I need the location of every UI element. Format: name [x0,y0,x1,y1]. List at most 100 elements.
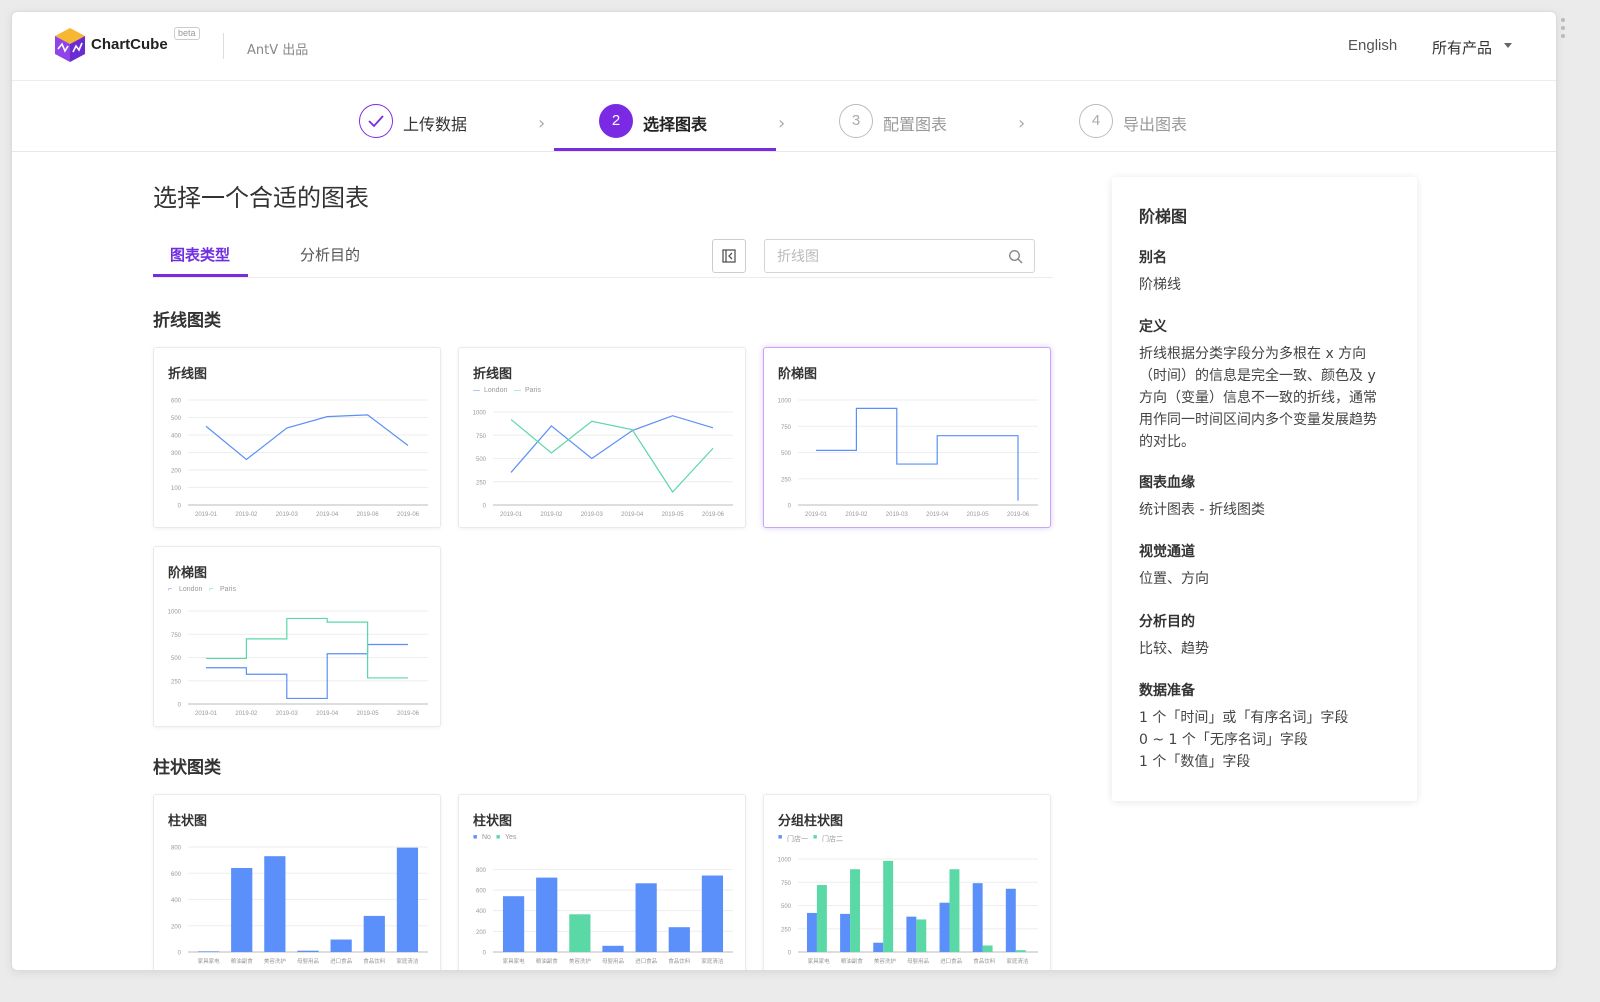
bar [197,951,220,952]
legend-item[interactable]: 门店二 [822,834,843,844]
y-tick-label: 800 [171,846,182,852]
x-tick-label: 粮油副食 [841,957,864,965]
x-tick-label: 母婴用品 [907,958,930,965]
bar [916,919,927,952]
x-tick-label: 粮油副食 [231,957,254,965]
detail-lineage-heading: 图表血缘 [1139,475,1195,491]
x-tick-label: 母婴用品 [602,958,625,965]
chart-card-multi-line[interactable]: 0 250 500 750 1000 2019-01 2019-02 2019-03 2019-… [458,347,746,528]
y-tick-label: 600 [171,399,182,405]
bar [972,883,983,952]
detail-prep-3: 1 个「数值」字段 [1139,754,1251,770]
step-4-label[interactable]: 导出图表 [1123,111,1187,135]
chartcube-logo-icon[interactable] [54,27,86,63]
y-tick-label: 400 [171,898,182,904]
x-tick-label: 2019-04 [926,512,949,518]
step-1-label[interactable]: 上传数据 [403,111,467,135]
x-tick-label: 2019-06 [397,512,420,518]
tab-analysis-purpose[interactable]: 分析目的 [300,244,360,265]
chart-card-step-selected[interactable]: 0 250 500 750 1000 2019-01 2019-02 2019-03 2019-… [763,347,1051,528]
x-tick-label: 进口食品 [940,957,963,965]
y-tick-label: 500 [781,904,792,910]
detail-definition-heading: 定义 [1139,319,1167,335]
legend-item[interactable]: No [482,834,491,841]
brand-name[interactable]: ChartCube [91,36,168,53]
collapse-icon [722,249,736,263]
tab-chart-type[interactable]: 图表类型 [170,244,230,265]
y-tick-label: 500 [171,416,182,422]
y-tick-label: 1000 [778,858,792,864]
y-tick-label: 500 [781,451,792,457]
legend-item[interactable]: Paris [525,387,541,394]
chart-card-multi-step[interactable]: 0 250 500 750 1000 2019-01 2019-02 2019-03 2019-… [153,546,441,727]
detail-alias-heading: 别名 [1139,250,1167,266]
window-menu-icon[interactable] [1559,18,1567,42]
detail-prep-heading: 数据准备 [1139,683,1195,699]
legend-item[interactable]: London [179,586,202,593]
search-icon[interactable] [1008,249,1024,265]
section-title-line: 折线图类 [153,311,221,331]
x-tick-label: 家具家电 [808,957,831,965]
step-arrow-icon: › [778,113,786,134]
x-tick-label: 2019-04 [621,512,644,518]
y-tick-label: 200 [476,930,487,936]
y-tick-label: 400 [476,909,487,915]
antv-subtitle: AntV 出品 [247,43,309,58]
x-tick-label: 家庭清洁 [396,957,419,965]
chart-search-input[interactable] [777,247,997,267]
detail-title: 阶梯图 [1139,207,1188,226]
chevron-down-icon[interactable] [1504,43,1512,48]
step-3-label[interactable]: 配置图表 [883,111,947,135]
x-tick-label: 2019-01 [805,512,828,518]
x-tick-label: 2019-05 [357,711,380,717]
chart-card-line[interactable]: 0 100 200 300 400 500 600 2019-01 2019-02 2019-03… [153,347,441,528]
bar [363,915,385,952]
active-tab-indicator [153,274,248,277]
y-tick-label: 0 [178,703,182,709]
all-products-menu[interactable]: 所有产品 [1432,37,1492,58]
collapse-panel-button[interactable] [712,239,746,273]
section-title-bar: 柱状图类 [153,758,221,778]
y-tick-label: 750 [781,425,792,431]
step-2-label[interactable]: 选择图表 [643,111,707,135]
step-4-number[interactable]: 4 [1079,104,1113,138]
detail-lineage: 统计图表 - 折线图类 [1139,502,1265,518]
detail-visual: 位置、方向 [1139,571,1209,587]
x-tick-label: 2019-03 [276,512,299,518]
x-tick-label: 食品饮料 [973,957,996,965]
x-tick-label: 2019-01 [195,711,218,717]
step-1-check-icon[interactable] [359,104,393,138]
step-3-number[interactable]: 3 [839,104,873,138]
language-switch[interactable]: English [1348,37,1397,54]
y-tick-label: 250 [781,477,792,483]
bar [668,927,690,952]
chart-detail-panel: 阶梯图 别名 阶梯线 定义 折线根据分类字段分为多根在 x 方向（时间）的信息是… [1112,177,1417,801]
legend-item[interactable]: London [484,387,507,394]
bar [873,942,884,952]
chart-card-bar[interactable]: 0 200 400 600 800 家具家电 粮油副食 美容洗护 母婴用品 进口食品 食品饮料 家庭清… [153,794,441,970]
chart-card-bar-highlight[interactable]: 0 200 400 600 800 家具家电 粮油副食 美容洗护 母婴用品 进口食品 食品饮料 家庭清… [458,794,746,970]
x-tick-label: 家具家电 [503,957,526,965]
bar [396,847,419,952]
x-tick-label: 2019-06 [702,512,725,518]
legend-item[interactable]: Paris [220,586,236,593]
card-title: 柱状图 [473,814,513,829]
x-tick-label: 2019-02 [845,512,868,518]
series-line [816,407,1019,501]
legend-item[interactable]: Yes [505,834,516,841]
chart-search-box[interactable] [764,239,1035,273]
y-tick-label: 200 [171,469,182,475]
y-tick-label: 400 [171,434,182,440]
step-2-number[interactable]: 2 [599,104,633,138]
card-title: 折线图 [473,367,513,382]
y-tick-label: 750 [476,434,487,440]
x-tick-label: 美容洗护 [264,957,287,965]
card-title: 阶梯图 [168,566,208,581]
x-tick-label: 进口食品 [635,957,658,965]
legend-item[interactable]: 门店一 [787,834,808,844]
y-tick-label: 800 [476,868,487,874]
bar [297,950,319,952]
bar [982,945,993,952]
bar [602,945,624,952]
chart-card-grouped-bar[interactable]: 0 250 500 750 1000 家具家电 粮油副食 美容洗护 母婴用品 进口食品 食品饮料 家庭… [763,794,1051,970]
